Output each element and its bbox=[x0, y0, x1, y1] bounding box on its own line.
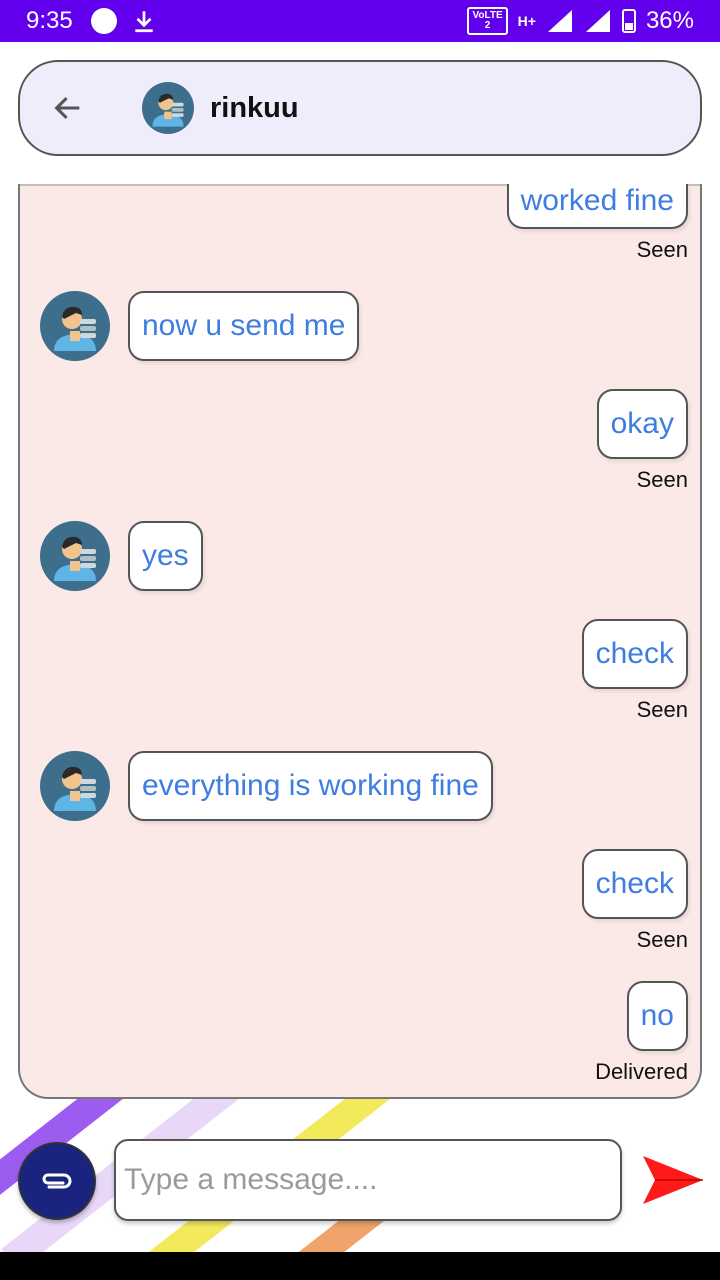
message-status: Seen bbox=[636, 927, 688, 952]
chat-header: rinkuu bbox=[18, 60, 702, 156]
message-bubble[interactable]: yes bbox=[128, 521, 203, 591]
paperclip-icon bbox=[42, 1173, 72, 1189]
message-bubble[interactable]: everything is working fine bbox=[128, 751, 493, 821]
contact-name[interactable]: rinkuu bbox=[210, 92, 299, 125]
notification-dot-icon bbox=[90, 8, 117, 34]
message-bubble[interactable]: check bbox=[581, 619, 688, 689]
message-incoming: everything is working fine bbox=[40, 751, 493, 821]
back-button[interactable] bbox=[38, 78, 98, 138]
send-arrow-icon bbox=[643, 1156, 703, 1204]
volte-indicator: VoLTE 2 bbox=[467, 7, 508, 35]
user-avatar-icon[interactable] bbox=[40, 751, 110, 821]
status-left: 9:35 bbox=[26, 7, 157, 35]
message-outgoing: check Seen bbox=[581, 849, 688, 953]
navigation-bar bbox=[0, 1252, 720, 1280]
status-time: 9:35 bbox=[26, 7, 73, 34]
message-bubble[interactable]: now u send me bbox=[128, 291, 360, 361]
message-status: Seen bbox=[636, 697, 688, 722]
message-bubble[interactable]: check bbox=[581, 849, 688, 919]
message-outgoing: no Delivered bbox=[595, 981, 688, 1085]
chat-messages-panel[interactable]: worked fine Seen now u send me okay Seen bbox=[18, 184, 702, 1099]
signal-icon bbox=[546, 8, 574, 34]
message-incoming: yes bbox=[40, 521, 203, 591]
user-avatar-icon[interactable] bbox=[40, 291, 110, 361]
message-status: Delivered bbox=[595, 1059, 688, 1084]
message-outgoing: okay Seen bbox=[596, 389, 688, 493]
message-input[interactable] bbox=[114, 1139, 622, 1221]
battery-icon bbox=[621, 9, 636, 33]
download-icon bbox=[131, 8, 157, 34]
volte-sim-label: 2 bbox=[484, 20, 491, 31]
chat-screen: 9:35 VoLTE 2 H+ 36% rinkuu worked fine S… bbox=[0, 0, 720, 1280]
message-status: Seen bbox=[636, 237, 688, 262]
send-button[interactable] bbox=[640, 1150, 706, 1210]
signal-icon-2 bbox=[584, 8, 612, 34]
attach-button[interactable] bbox=[18, 1142, 96, 1220]
message-bubble[interactable]: worked fine bbox=[506, 184, 688, 229]
status-bar: 9:35 VoLTE 2 H+ 36% bbox=[0, 0, 720, 42]
message-bubble[interactable]: no bbox=[626, 981, 688, 1051]
message-incoming: now u send me bbox=[40, 291, 360, 361]
battery-percent: 36% bbox=[645, 7, 694, 34]
message-outgoing: worked fine Seen bbox=[506, 184, 688, 263]
user-avatar-icon[interactable] bbox=[142, 82, 194, 134]
user-avatar-icon[interactable] bbox=[40, 521, 110, 591]
status-right: VoLTE 2 H+ 36% bbox=[467, 7, 694, 35]
message-status: Seen bbox=[636, 467, 688, 492]
message-outgoing: check Seen bbox=[581, 619, 688, 723]
network-type: H+ bbox=[517, 13, 536, 29]
message-bubble[interactable]: okay bbox=[596, 389, 688, 459]
arrow-left-icon bbox=[54, 96, 80, 120]
